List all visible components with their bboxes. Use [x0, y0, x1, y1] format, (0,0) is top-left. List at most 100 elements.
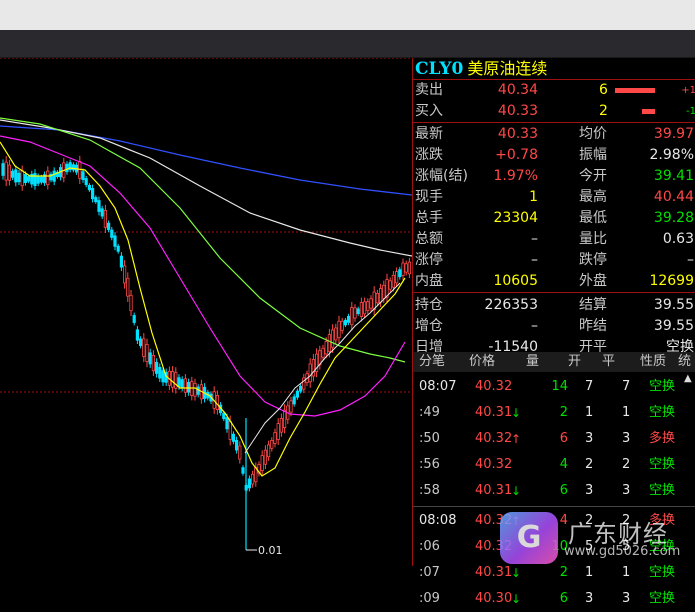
- watermark: G 广东财经 www.gd5026.com: [500, 510, 695, 566]
- stat-value: +0.78: [495, 147, 538, 163]
- tick-arrow-icon: ↓: [511, 406, 522, 420]
- tick-price: 40.31: [475, 483, 513, 498]
- tick-price: 40.32: [475, 431, 513, 446]
- candle-body: [33, 173, 37, 187]
- tick-row[interactable]: :50 40.32 ↑ 6 3 3 多换: [413, 426, 695, 452]
- candle-body: [295, 390, 300, 398]
- stats-row: 涨停 – 跌停 –: [413, 250, 695, 271]
- candlesticks: [1, 155, 412, 550]
- candle-body: [334, 327, 338, 341]
- candle-body: [52, 170, 56, 182]
- stat-label: 最高: [579, 189, 607, 205]
- instrument-code: CLY0: [415, 59, 464, 79]
- candle-body: [366, 301, 370, 311]
- tick-price: 40.30: [475, 591, 513, 606]
- stat-value: –: [531, 231, 538, 247]
- stat-label: 振幅: [579, 147, 607, 163]
- kline-chart[interactable]: 0.01: [0, 57, 413, 566]
- ma-yellow-line: [0, 141, 406, 477]
- tick-row[interactable]: :58 40.31 ↓ 6 3 3 空换: [413, 478, 695, 504]
- stat-value: 39.97: [653, 126, 694, 142]
- tick-time: :07: [419, 565, 440, 580]
- candle-body: [26, 176, 31, 182]
- stats-row: 涨幅(结) 1.97% 今开 39.41: [413, 166, 695, 187]
- candle-body: [87, 185, 91, 191]
- stat-label: 涨停: [415, 252, 443, 268]
- tick-qty: 6: [559, 431, 568, 446]
- stat-label: 涨跌: [415, 147, 443, 163]
- candle-body: [65, 163, 69, 173]
- stat-label: 昨结: [579, 318, 607, 334]
- tick-time: :56: [419, 457, 440, 472]
- stat-value: 12699: [649, 273, 694, 289]
- candle-body: [154, 361, 159, 374]
- stat-label: 外盘: [579, 273, 607, 289]
- divider: [413, 506, 695, 507]
- tick-qty: 4: [559, 457, 568, 472]
- stat-label: 量比: [579, 231, 607, 247]
- tick-row[interactable]: :09 40.30 ↓ 6 3 3 空换: [413, 586, 695, 612]
- watermark-url: www.gd5026.com: [564, 544, 681, 559]
- tick-time: 08:07: [419, 379, 457, 394]
- candle-body: [282, 409, 287, 429]
- candle-body: [7, 164, 11, 181]
- tick-open: 1: [585, 405, 594, 420]
- candle-body: [401, 262, 405, 277]
- stat-label: 跌停: [579, 252, 607, 268]
- tick-close: 3: [622, 431, 631, 446]
- candle-body: [372, 291, 376, 311]
- tick-type: 多换: [649, 431, 676, 446]
- stats-row: 增仓 – 昨结 39.55: [413, 316, 695, 337]
- tick-close: 3: [622, 591, 631, 606]
- stat-value: –: [531, 318, 538, 334]
- stat-label: 均价: [579, 126, 607, 142]
- candle-body: [174, 372, 178, 389]
- tick-type: 空换: [649, 457, 676, 472]
- candle-body: [270, 439, 274, 449]
- stat-label: 结算: [579, 297, 607, 313]
- candle-body: [20, 170, 24, 187]
- stats-row: 总手 23304 最低 39.28: [413, 208, 695, 229]
- candle-body: [116, 245, 120, 252]
- tick-type: 空换: [649, 591, 676, 606]
- tick-row[interactable]: :56 40.32 4 2 2 空换: [413, 452, 695, 478]
- buy-delta: -1: [686, 106, 695, 117]
- stat-label: 涨幅(结): [415, 168, 468, 184]
- candle-body: [234, 439, 239, 451]
- instrument-title: CLY0 美原油连续: [415, 59, 547, 79]
- candle-body: [186, 381, 191, 393]
- tick-arrow-icon: ↓: [511, 592, 522, 606]
- instrument-name: 美原油连续: [467, 59, 548, 78]
- candle-body: [151, 354, 155, 372]
- candle-body: [289, 400, 293, 413]
- buy-qty: 2: [599, 103, 608, 119]
- stats-row: 内盘 10605 外盘 12699: [413, 271, 695, 292]
- candle-body: [353, 307, 357, 319]
- stat-label: 总额: [415, 231, 443, 247]
- candle-body: [94, 197, 98, 203]
- candle-body: [177, 377, 181, 387]
- candle-body: [39, 176, 44, 183]
- tick-time: :58: [419, 483, 440, 498]
- tick-row[interactable]: 08:07 40.32 14 7 7 空换: [413, 374, 695, 400]
- stat-label: 增仓: [415, 318, 443, 334]
- tick-qty: 6: [559, 483, 568, 498]
- candle-body: [292, 396, 296, 405]
- tick-close: 2: [622, 457, 631, 472]
- candle-body: [350, 307, 354, 326]
- stat-label: 最新: [415, 126, 443, 142]
- stat-value: 2.98%: [649, 147, 694, 163]
- candle-body: [1, 163, 5, 176]
- stat-value: 226353: [484, 297, 538, 313]
- stat-label: 现手: [415, 189, 443, 205]
- candle-body: [142, 338, 146, 357]
- tick-row[interactable]: :49 40.31 ↓ 2 1 1 空换: [413, 400, 695, 426]
- stat-value: 1: [529, 189, 538, 205]
- candle-body: [103, 210, 107, 228]
- stat-value: –: [531, 252, 538, 268]
- stats-row: 持仓 226353 结算 39.55: [413, 295, 695, 316]
- ma-white-short: [244, 282, 401, 454]
- candle-body: [183, 378, 187, 393]
- ticks-col-type: 性质: [640, 354, 667, 369]
- candle-body: [158, 366, 162, 379]
